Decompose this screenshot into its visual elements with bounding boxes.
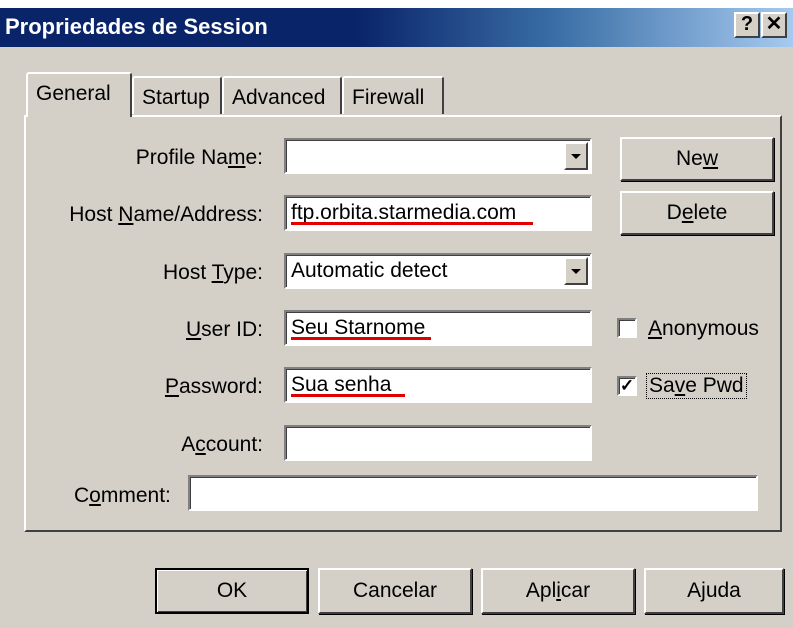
tab-label: General — [36, 82, 111, 105]
host-name-field[interactable]: ftp.orbita.starmedia.com — [284, 195, 592, 231]
password-field[interactable]: Sua senha — [284, 367, 592, 403]
profile-name-combobox[interactable] — [284, 138, 592, 174]
apply-button[interactable]: Aplicar — [481, 568, 635, 614]
delete-button[interactable]: Delete — [620, 191, 774, 235]
host-type-label: Host Type: — [162, 261, 263, 284]
ok-button[interactable]: OK — [155, 568, 309, 614]
tab-general[interactable]: General — [26, 72, 132, 117]
checkmark-icon: ✓ — [619, 376, 635, 395]
help-button[interactable]: ? — [734, 12, 760, 38]
help-footer-button[interactable]: Ajuda — [644, 568, 784, 614]
host-name-label: Host Name/Address: — [69, 203, 263, 226]
account-label: Account: — [181, 433, 263, 456]
password-label: Password: — [164, 375, 263, 398]
close-icon: ✕ — [765, 13, 783, 35]
user-id-label: User ID: — [185, 318, 263, 341]
anonymous-checkbox[interactable] — [617, 318, 637, 338]
chevron-down-icon[interactable] — [564, 257, 588, 285]
annotation-underline — [291, 394, 405, 397]
annotation-underline — [291, 222, 533, 225]
anonymous-label[interactable]: Anonymous — [648, 317, 759, 341]
comment-label: Comment: — [74, 484, 171, 507]
host-type-value: Automatic detect — [291, 259, 448, 282]
host-type-combobox[interactable]: Automatic detect — [284, 253, 592, 289]
chevron-down-icon[interactable] — [564, 142, 588, 170]
save-pwd-checkbox[interactable]: ✓ — [617, 376, 637, 396]
tab-label: Advanced — [232, 86, 326, 109]
cancel-button[interactable]: Cancelar — [318, 568, 472, 614]
password-value: Sua senha — [291, 373, 392, 396]
profile-name-label: Profile Name: — [135, 146, 263, 169]
save-pwd-label[interactable]: Save Pwd — [646, 373, 747, 399]
tab-startup[interactable]: Startup — [132, 76, 222, 114]
host-name-value: ftp.orbita.starmedia.com — [291, 201, 517, 224]
tab-label: Firewall — [352, 86, 425, 109]
tab-label: Startup — [142, 86, 210, 109]
tab-firewall[interactable]: Firewall — [342, 76, 444, 114]
user-id-field[interactable]: Seu Starnome — [284, 310, 592, 346]
background-window-strip — [0, 0, 300, 8]
user-id-value: Seu Starnome — [291, 316, 426, 339]
window-title: Propriedades de Session — [5, 14, 268, 39]
comment-field[interactable] — [188, 475, 758, 511]
title-bar[interactable]: Propriedades de Session ? ✕ — [0, 8, 793, 47]
annotation-underline — [291, 337, 431, 340]
account-field[interactable] — [284, 425, 592, 461]
new-button[interactable]: New — [620, 137, 774, 181]
tab-advanced[interactable]: Advanced — [222, 76, 342, 114]
question-icon: ? — [740, 13, 754, 35]
close-button[interactable]: ✕ — [761, 12, 787, 38]
